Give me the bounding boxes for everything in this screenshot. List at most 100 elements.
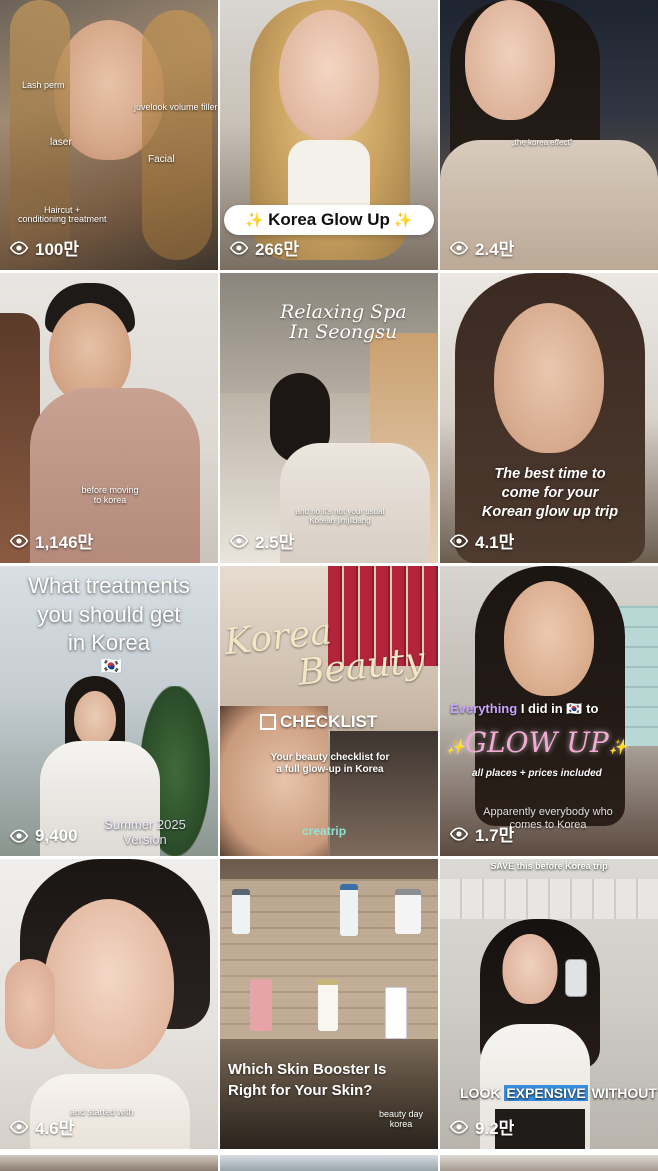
subtitle-text: all places + prices included — [472, 768, 602, 779]
title-pill: ✨ Korea Glow Up ✨ — [224, 205, 434, 235]
thumbnail-image — [44, 899, 174, 1069]
view-count: 4.6만 — [9, 1114, 74, 1139]
vial-icon — [340, 884, 358, 936]
glow-up-heading: ✨GLOW UP✨ — [446, 726, 627, 759]
view-count: 4.1만 — [449, 528, 514, 553]
view-count: 2.4만 — [449, 235, 514, 260]
checklist-heading: CHECKLIST — [260, 712, 377, 732]
video-thumbnail[interactable] — [220, 1155, 438, 1171]
banner-part: WITHOUT — [591, 1085, 657, 1101]
thumbnail-image — [494, 303, 604, 453]
title-line: in Korea — [68, 630, 150, 656]
video-thumbnail[interactable]: Everything I did in 🇰🇷 to ✨GLOW UP✨ all … — [440, 566, 658, 856]
view-count-text: 2.4만 — [475, 240, 515, 259]
brand-logo: creatrip — [302, 824, 347, 838]
view-count: 1.7만 — [449, 821, 514, 846]
eye-icon — [229, 240, 249, 255]
title-line: In Seongsu — [289, 320, 398, 343]
thumbnail-image — [502, 934, 558, 1004]
video-thumbnail[interactable]: ✨ Korea Glow Up ✨ 266만 — [220, 0, 438, 270]
vial-icon — [395, 889, 421, 934]
view-count-text: 1.7만 — [475, 826, 515, 845]
title-text: What treatments you should get in Korea — [0, 572, 218, 658]
view-count-text: 9,400 — [35, 826, 78, 845]
video-thumbnail[interactable]: before moving to korea 1,146만 — [0, 273, 218, 563]
title-text: Korea Glow Up — [268, 210, 390, 229]
title-text: The best time to come for your Korean gl… — [450, 465, 650, 522]
video-grid: Lash perm juvelook volume filler laser F… — [0, 0, 658, 1171]
glow-up-text: GLOW UP — [464, 726, 609, 759]
title-part: I did in — [520, 701, 563, 716]
eye-icon — [229, 533, 249, 548]
caption-text: laser — [50, 137, 72, 148]
caption-line: Korean jimjilbang — [309, 516, 371, 526]
video-thumbnail[interactable]: SAVE this before Korea trip LOOK EXPENSI… — [440, 859, 658, 1149]
brand-line: korea — [389, 1119, 413, 1130]
vial-icon — [318, 979, 338, 1031]
title-line: What treatments — [28, 573, 190, 598]
caption-text: and started with — [70, 1107, 134, 1117]
video-thumbnail[interactable]: The best time to come for your Korean gl… — [440, 273, 658, 563]
caption-text: and no it's not your usual Korean jimjil… — [280, 507, 400, 525]
view-count: 9,400 — [9, 826, 78, 846]
title-line: Relaxing Spa — [280, 301, 407, 323]
video-thumbnail[interactable]: „the korea effect" 2.4만 — [440, 0, 658, 270]
thumbnail-image — [142, 10, 212, 260]
top-caption: SAVE this before Korea trip — [490, 861, 608, 871]
banner-highlight: EXPENSIVE — [504, 1085, 588, 1101]
title-line: Right for Your Skin? — [228, 1082, 373, 1099]
view-count: 2.5만 — [229, 528, 294, 553]
vial-icon — [232, 889, 250, 934]
brand-logo: beauty day korea — [366, 1109, 436, 1130]
eye-icon — [449, 240, 469, 255]
brand-line: beauty day — [378, 1109, 424, 1119]
video-thumbnail[interactable]: Korea Beauty CHECKLIST Your beauty check… — [220, 566, 438, 856]
video-thumbnail[interactable]: Lash perm juvelook volume filler laser F… — [0, 0, 218, 270]
view-count-text: 1,146만 — [35, 533, 94, 552]
title-line: The best time to — [494, 466, 606, 482]
thumbnail-image — [280, 443, 430, 563]
sparkle-icon: ✨ — [446, 738, 465, 756]
view-count-text: 2.5만 — [255, 533, 295, 552]
view-count-text: 9.2만 — [475, 1119, 515, 1138]
title-text: Which Skin Booster Is Right for Your Ski… — [228, 1059, 386, 1101]
footer-line: Summer 2025 — [104, 817, 186, 832]
thumbnail-image — [10, 0, 70, 270]
checkbox-icon — [260, 714, 276, 730]
eye-icon — [9, 240, 29, 255]
view-count: 9.2만 — [449, 1114, 514, 1139]
caption-text: Facial — [148, 154, 175, 165]
thumbnail-image — [5, 959, 55, 1049]
caption-text: juvelook volume filler — [134, 102, 218, 112]
footer-text: Summer 2025 Version — [95, 817, 195, 848]
view-count-text: 4.6만 — [35, 1119, 75, 1138]
sparkle-icon: ✨ — [393, 212, 413, 229]
next-row-peek — [0, 1155, 658, 1171]
title-part: to — [586, 701, 599, 716]
view-count: 266만 — [229, 235, 299, 260]
thumbnail-image — [288, 140, 370, 210]
video-thumbnail[interactable] — [440, 1155, 658, 1171]
video-thumbnail[interactable]: Which Skin Booster Is Right for Your Ski… — [220, 859, 438, 1149]
view-count-text: 4.1만 — [475, 533, 515, 552]
title-text: Everything I did in 🇰🇷 to — [450, 701, 598, 717]
view-count: 1,146만 — [9, 528, 93, 553]
thumbnail-image — [465, 0, 555, 120]
caption-text: „the korea effect" — [512, 138, 573, 147]
view-count-text: 100만 — [35, 240, 80, 259]
phone-icon — [565, 959, 587, 997]
video-thumbnail[interactable]: Relaxing Spa In Seongsu and no it's not … — [220, 273, 438, 563]
view-count: 100만 — [9, 235, 79, 260]
video-thumbnail[interactable]: What treatments you should get in Korea … — [0, 566, 218, 856]
video-thumbnail[interactable]: and started with 4.6만 — [0, 859, 218, 1149]
caption-line: before moving — [81, 485, 139, 495]
banner-part: LOOK — [460, 1085, 501, 1101]
video-thumbnail[interactable] — [0, 1155, 218, 1171]
sparkle-icon: ✨ — [245, 212, 265, 229]
eye-icon — [449, 1119, 469, 1134]
eye-icon — [449, 533, 469, 548]
eye-icon — [9, 1119, 29, 1134]
title-line: Which Skin Booster Is — [228, 1061, 387, 1078]
caption-line: Apparently everybody who — [483, 806, 613, 818]
checklist-text: CHECKLIST — [280, 712, 378, 731]
